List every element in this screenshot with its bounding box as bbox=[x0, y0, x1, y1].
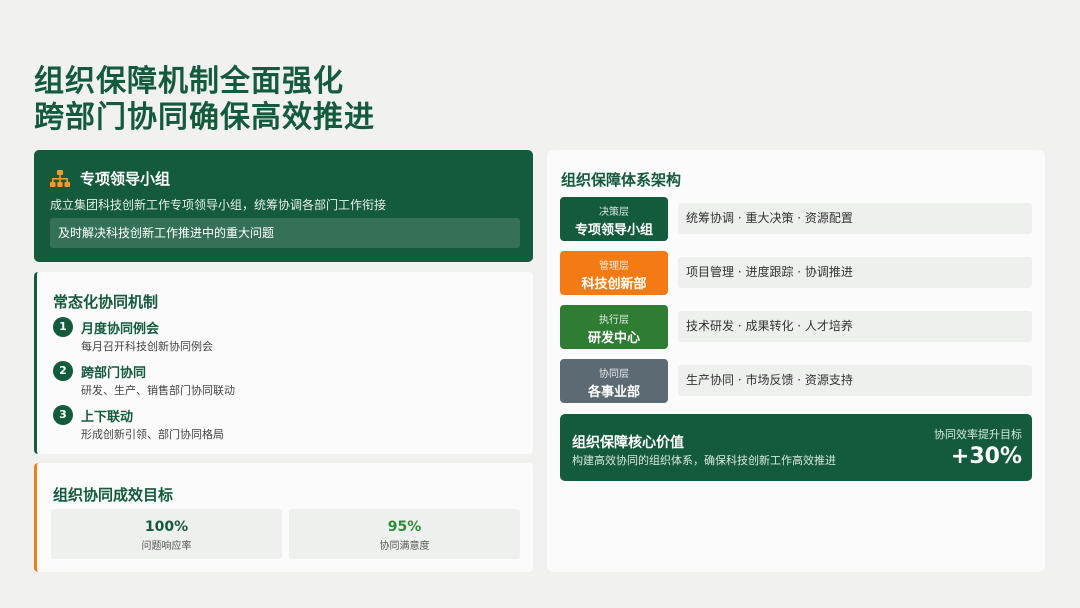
layer-name: 科技创新部 bbox=[581, 277, 647, 292]
layer-desc: 项目管理 · 进度跟踪 · 协调推进 bbox=[678, 257, 1032, 288]
core-value-title: 组织保障核心价值 bbox=[572, 435, 684, 451]
architecture-title: 组织保障体系架构 bbox=[561, 171, 682, 189]
layer-desc: 统筹协调 · 重大决策 · 资源配置 bbox=[678, 203, 1032, 234]
mechanism-item-title: 跨部门协同 bbox=[81, 366, 147, 381]
mechanism-item-title: 月度协同例会 bbox=[81, 322, 160, 337]
layer-level: 执行层 bbox=[599, 315, 629, 326]
metric-box: 100% 问题响应率 bbox=[51, 509, 282, 559]
layer-name: 专项领导小组 bbox=[574, 223, 653, 238]
leadership-header: 专项领导小组 bbox=[50, 168, 170, 189]
page-title-line1: 组织保障机制全面强化 bbox=[34, 64, 344, 99]
page-title-line2: 跨部门协同确保高效推进 bbox=[34, 100, 375, 135]
layer-badge: 决策层 专项领导小组 bbox=[560, 197, 668, 241]
leadership-title: 专项领导小组 bbox=[80, 170, 171, 188]
layer-row: 协同层 各事业部 生产协同 · 市场反馈 · 资源支持 bbox=[560, 359, 1032, 403]
step-number-badge: 3 bbox=[53, 405, 73, 425]
layer-badge: 管理层 科技创新部 bbox=[560, 251, 668, 295]
mechanism-item-title: 上下联动 bbox=[81, 410, 134, 425]
layer-name: 各事业部 bbox=[587, 385, 640, 400]
mechanism-item-sub: 每月召开科技创新协同例会 bbox=[81, 340, 213, 353]
core-value-panel: 组织保障核心价值 构建高效协同的组织体系，确保科技创新工作高效推进 协同效率提升… bbox=[560, 414, 1032, 481]
layer-desc: 生产协同 · 市场反馈 · 资源支持 bbox=[678, 365, 1032, 396]
leadership-desc: 成立集团科技创新工作专项领导小组，统筹协调各部门工作衔接 bbox=[50, 198, 387, 212]
step-number-badge: 1 bbox=[53, 317, 73, 337]
mechanism-card: 常态化协同机制 1 月度协同例会 每月召开科技创新协同例会 2 跨部门协同 研发… bbox=[34, 272, 533, 454]
mechanism-title: 常态化协同机制 bbox=[53, 293, 159, 311]
layer-badge: 协同层 各事业部 bbox=[560, 359, 668, 403]
goals-card: 组织协同成效目标 100% 问题响应率 95% 协同满意度 bbox=[34, 463, 533, 572]
mechanism-item-sub: 形成创新引领、部门协同格局 bbox=[81, 428, 224, 441]
efficiency-goal-value: +30% bbox=[950, 444, 1022, 469]
layer-level: 协同层 bbox=[599, 369, 629, 380]
layer-row: 管理层 科技创新部 项目管理 · 进度跟踪 · 协调推进 bbox=[560, 251, 1032, 295]
step-number-badge: 2 bbox=[53, 361, 73, 381]
metric-label: 问题响应率 bbox=[141, 541, 192, 552]
efficiency-goal-label: 协同效率提升目标 bbox=[934, 428, 1022, 441]
metric-value: 100% bbox=[144, 519, 189, 535]
goals-title: 组织协同成效目标 bbox=[53, 486, 174, 504]
layer-row: 决策层 专项领导小组 统筹协调 · 重大决策 · 资源配置 bbox=[560, 197, 1032, 241]
org-chart-icon bbox=[50, 169, 70, 187]
layer-badge: 执行层 研发中心 bbox=[560, 305, 668, 349]
layer-name: 研发中心 bbox=[587, 331, 640, 346]
layer-level: 管理层 bbox=[599, 261, 629, 272]
core-value-desc: 构建高效协同的组织体系，确保科技创新工作高效推进 bbox=[572, 454, 836, 467]
layer-desc: 技术研发 · 成果转化 · 人才培养 bbox=[678, 311, 1032, 342]
leadership-card: 专项领导小组 成立集团科技创新工作专项领导小组，统筹协调各部门工作衔接 及时解决… bbox=[34, 150, 533, 262]
page-title: 组织保障机制全面强化 跨部门协同确保高效推进 bbox=[34, 64, 375, 136]
metric-label: 协同满意度 bbox=[379, 541, 430, 552]
layer-row: 执行层 研发中心 技术研发 · 成果转化 · 人才培养 bbox=[560, 305, 1032, 349]
mechanism-item-sub: 研发、生产、销售部门协同联动 bbox=[81, 384, 235, 397]
metric-value: 95% bbox=[387, 519, 422, 535]
layer-level: 决策层 bbox=[599, 207, 629, 218]
metric-box: 95% 协同满意度 bbox=[289, 509, 520, 559]
leadership-highlight: 及时解决科技创新工作推进中的重大问题 bbox=[50, 218, 520, 248]
architecture-card: 组织保障体系架构 决策层 专项领导小组 统筹协调 · 重大决策 · 资源配置 管… bbox=[547, 150, 1045, 572]
